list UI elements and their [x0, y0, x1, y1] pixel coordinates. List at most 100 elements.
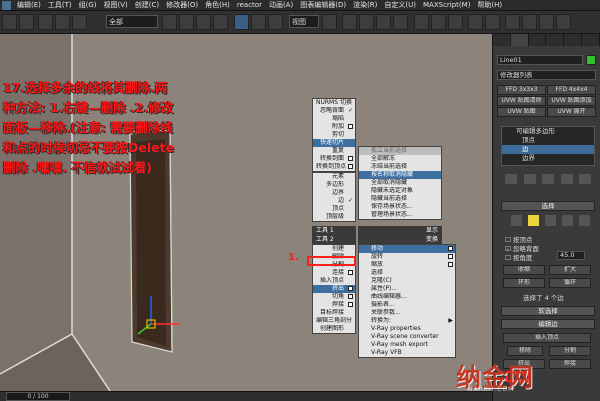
menu-item-vray-scene-converter[interactable]: V-Ray scene converter — [359, 333, 455, 341]
vertex-level-icon[interactable] — [511, 215, 522, 226]
by-angle-checkbox[interactable]: ☐ 按角度 — [505, 252, 532, 262]
menu-item-convert-to[interactable]: 转换为: ▶ — [359, 317, 455, 325]
object-name-field[interactable]: Line01 — [497, 55, 583, 65]
tab-hierarchy-icon[interactable] — [529, 34, 547, 46]
menu-item-quickslice[interactable]: 快速切片 — [313, 139, 355, 147]
settings-box-icon[interactable] — [348, 286, 353, 291]
redo-icon[interactable] — [19, 14, 34, 30]
quick-render-icon[interactable] — [539, 14, 554, 30]
menu-item-rotate[interactable]: 旋转 — [359, 253, 455, 261]
stack-item-editable-poly[interactable]: 可编辑多边形 — [502, 127, 594, 136]
menu-item-target-weld[interactable]: 目标焊接 — [313, 309, 355, 317]
select-and-scale-icon[interactable] — [268, 14, 283, 30]
rollout-selection[interactable]: 选择 — [501, 201, 595, 211]
weld-button[interactable]: 焊接 — [549, 359, 591, 369]
material-editor-icon[interactable] — [505, 14, 520, 30]
menu-item-vray-vfb[interactable]: V-Ray VFB — [359, 349, 455, 357]
mirror-icon[interactable] — [431, 14, 446, 30]
menu-item-convert-to-face[interactable]: 转换到面 — [313, 155, 355, 163]
uvw-map-add-button[interactable]: UVW 贴图添加 — [547, 96, 596, 106]
select-link-icon[interactable] — [38, 14, 53, 30]
selection-filter-dropdown[interactable]: 全部 — [106, 15, 158, 28]
border-level-icon[interactable] — [545, 215, 556, 226]
bind-space-warp-icon[interactable] — [72, 14, 87, 30]
menu-item-unhide-by-name[interactable]: 按名称取消隐藏 — [359, 171, 441, 179]
settings-box-icon[interactable] — [448, 262, 453, 267]
align-icon[interactable] — [448, 14, 463, 30]
stack-item-border[interactable]: 边界 — [502, 154, 594, 163]
rollout-edit-edges[interactable]: 编辑边 — [501, 319, 595, 329]
settings-box-icon[interactable] — [348, 302, 353, 307]
menu-item-wire-parameters[interactable]: 关联参数... — [359, 309, 455, 317]
angle-spinner[interactable]: 45.0 — [557, 251, 585, 260]
menu-item-curve-editor[interactable]: 曲线编辑器... — [359, 293, 455, 301]
menu-help[interactable]: 帮助(H) — [477, 0, 502, 10]
remove-button[interactable]: 移除 — [507, 346, 543, 356]
menu-item-scale[interactable]: 缩放 — [359, 261, 455, 269]
object-color-swatch[interactable] — [586, 55, 596, 65]
menu-item-manage-scene-states[interactable]: 管理场景状态... — [359, 211, 441, 219]
snap-toggle-icon[interactable] — [359, 14, 374, 30]
menu-item-top-level[interactable]: 顶层级 — [313, 213, 355, 221]
tab-create-icon[interactable] — [493, 34, 511, 46]
menu-item-isolate-selection[interactable]: 孤立当前选择 — [359, 147, 441, 155]
named-selection-icon[interactable] — [414, 14, 429, 30]
menu-graph-editors[interactable]: 图表编辑器(D) — [300, 0, 346, 10]
angle-snap-icon[interactable] — [376, 14, 391, 30]
menu-item-edit-triangulation[interactable]: 编辑三角剖分 — [313, 317, 355, 325]
uvw-map-clear-button[interactable]: UVW 贴图清除 — [497, 96, 546, 106]
tab-modify-icon[interactable] — [510, 34, 529, 46]
menu-item-insert-vertex[interactable]: 插入顶点 — [313, 277, 355, 285]
menu-item-clone[interactable]: 克隆(C) — [359, 277, 455, 285]
teapot-render-icon[interactable] — [556, 14, 571, 30]
select-and-rotate-icon[interactable] — [251, 14, 266, 30]
time-slider[interactable]: 0 / 100 — [6, 392, 70, 401]
settings-box-icon[interactable] — [348, 156, 353, 161]
menu-item-convert-to-vertex[interactable]: 转换到顶点 — [313, 163, 355, 171]
menu-item-collapse[interactable]: 塌陷 — [313, 115, 355, 123]
menu-item-hide-selection[interactable]: 隐藏当前选择 — [359, 195, 441, 203]
menu-item-move[interactable]: 移动 — [359, 245, 455, 253]
menu-item-border[interactable]: 边界 — [313, 189, 355, 197]
app-logo-icon[interactable] — [2, 0, 11, 10]
uvw-map-button[interactable]: UVW 贴图 — [497, 107, 546, 117]
split-button[interactable]: 分割 — [549, 346, 591, 356]
menu-item-hide-unselected[interactable]: 隐藏未选定对象 — [359, 187, 441, 195]
remove-modifier-icon[interactable] — [560, 174, 573, 184]
settings-box-icon[interactable] — [348, 294, 353, 299]
edge-level-icon[interactable] — [528, 215, 539, 226]
settings-box-icon[interactable] — [348, 164, 353, 169]
tab-motion-icon[interactable] — [546, 34, 565, 46]
menu-item-create[interactable]: 创建 — [313, 245, 355, 253]
menu-group[interactable]: 组(G) — [79, 0, 97, 10]
menu-item-cut[interactable]: 剪切 — [313, 131, 355, 139]
reference-coord-dropdown[interactable]: 视图 — [289, 15, 319, 28]
rectangle-selection-icon[interactable] — [196, 14, 211, 30]
unlink-icon[interactable] — [55, 14, 70, 30]
menu-item-chamfer[interactable]: 切角 — [313, 293, 355, 301]
menu-item-unhide-all[interactable]: 全部取消隐藏 — [359, 179, 441, 187]
window-crossing-icon[interactable] — [213, 14, 228, 30]
percent-snap-icon[interactable] — [393, 14, 408, 30]
menu-item-vray-mesh-export[interactable]: V-Ray mesh export — [359, 341, 455, 349]
menu-modifiers[interactable]: 修改器(O) — [166, 0, 198, 10]
pin-stack-icon[interactable] — [505, 174, 517, 184]
settings-box-icon[interactable] — [348, 124, 353, 129]
menu-item-edge[interactable]: 边 ✓ — [313, 197, 355, 205]
layer-manager-icon[interactable] — [468, 14, 483, 30]
pivot-center-icon[interactable] — [322, 14, 337, 30]
menu-item-vray-properties[interactable]: V-Ray properties — [359, 325, 455, 333]
uvw-unwrap-button[interactable]: UVW 展开 — [547, 107, 596, 117]
menu-item-select[interactable]: 选择 — [359, 269, 455, 277]
menu-tools[interactable]: 工具(T) — [48, 0, 72, 10]
select-manipulate-icon[interactable] — [342, 14, 357, 30]
menu-item-element[interactable]: 元素 — [313, 173, 355, 181]
undo-icon[interactable] — [2, 14, 17, 30]
menu-item-nurms-toggle[interactable]: NURMS 切换 — [313, 99, 355, 107]
make-unique-icon[interactable] — [542, 174, 554, 184]
menu-item-vertex[interactable]: 顶点 — [313, 205, 355, 213]
settings-box-icon[interactable] — [348, 270, 353, 275]
select-object-icon[interactable] — [162, 14, 177, 30]
tab-display-icon[interactable] — [564, 34, 583, 46]
menu-item-repeat[interactable]: 重复 — [313, 147, 355, 155]
